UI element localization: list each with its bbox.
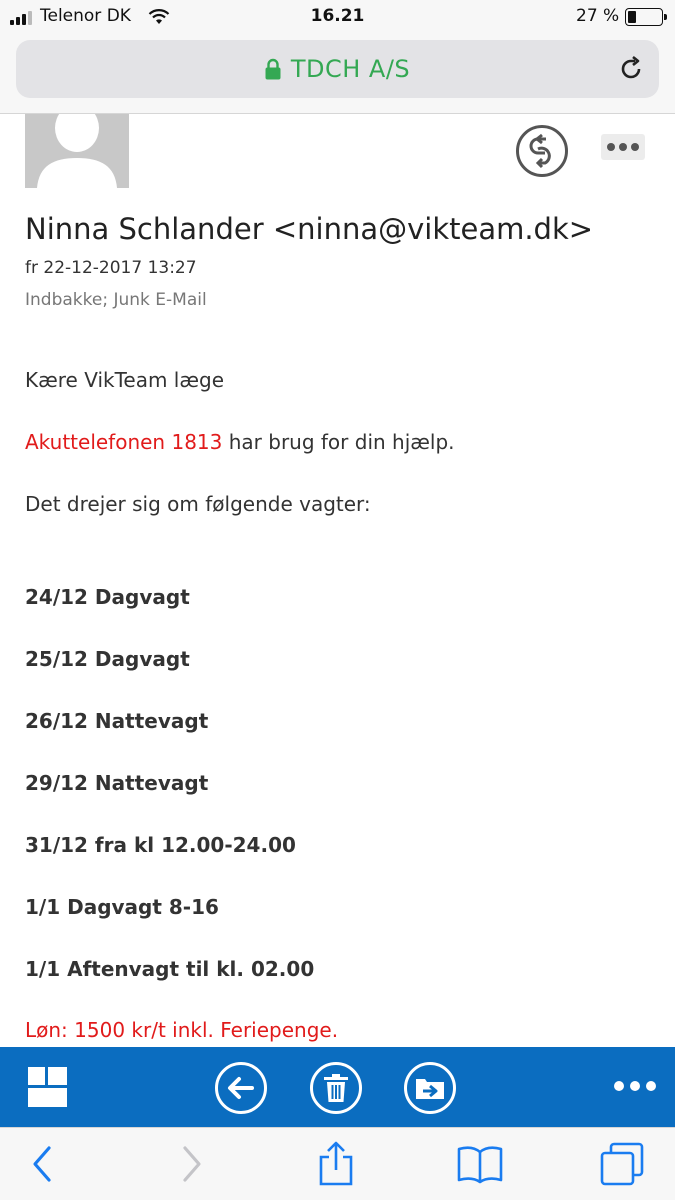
delete-button[interactable] xyxy=(310,1062,362,1114)
shift-item: 1/1 Dagvagt 8-16 xyxy=(25,895,219,919)
chevron-right-icon[interactable] xyxy=(180,1144,204,1184)
salary-line: Løn: 1500 kr/t inkl. Feriepenge. xyxy=(25,1018,339,1042)
greeting: Kære VikTeam læge xyxy=(25,368,224,392)
sender: Ninna Schlander <ninna@vikteam.dk> xyxy=(25,212,594,246)
request-line: Akuttelefonen 1813 har brug for din hjæl… xyxy=(25,430,455,454)
chevron-left-icon[interactable] xyxy=(30,1144,54,1184)
status-bar: Telenor DK 16.21 27 % xyxy=(0,0,675,34)
shifts-intro: Det drejer sig om følgende vagter: xyxy=(25,492,371,516)
book-icon[interactable] xyxy=(456,1144,504,1184)
email-folders: Indbakke; Junk E-Mail xyxy=(25,290,207,310)
email-date: fr 22-12-2017 13:27 xyxy=(25,258,197,278)
shift-item: 25/12 Dagvagt xyxy=(25,647,190,671)
request-rest: har brug for din hjælp. xyxy=(222,430,455,454)
more-icon xyxy=(614,1081,624,1091)
address-bar[interactable]: TDCH A/S xyxy=(16,40,659,98)
shift-item: 1/1 Aftenvagt til kl. 02.00 xyxy=(25,957,315,981)
toolbar-more-button[interactable] xyxy=(614,1081,656,1091)
reply-icon xyxy=(516,125,568,177)
battery-icon xyxy=(625,8,667,26)
mail-toolbar xyxy=(0,1047,675,1127)
battery-percentage: 27 % xyxy=(576,6,620,26)
move-to-folder-icon xyxy=(416,1079,444,1099)
more-actions-button[interactable] xyxy=(601,134,645,160)
browser-header: TDCH A/S xyxy=(0,34,675,114)
reply-button[interactable] xyxy=(515,124,569,178)
tabs-icon[interactable] xyxy=(600,1142,644,1186)
trash-icon xyxy=(324,1074,348,1102)
more-icon xyxy=(607,143,615,151)
back-button[interactable] xyxy=(215,1062,267,1114)
site-name: TDCH A/S xyxy=(290,55,411,83)
share-icon[interactable] xyxy=(318,1140,354,1186)
request-highlight: Akuttelefonen 1813 xyxy=(25,430,223,454)
shift-item: 24/12 Dagvagt xyxy=(25,585,190,609)
shift-item: 31/12 fra kl 12.00-24.00 xyxy=(25,833,296,857)
shift-item: 29/12 Nattevagt xyxy=(25,771,209,795)
lock-icon xyxy=(265,58,281,80)
move-button[interactable] xyxy=(404,1062,456,1114)
avatar xyxy=(25,114,129,188)
safari-toolbar xyxy=(0,1127,675,1200)
person-placeholder-icon xyxy=(37,114,117,188)
reload-icon[interactable] xyxy=(617,55,645,83)
clock: 16.21 xyxy=(310,6,365,26)
tiles-icon[interactable] xyxy=(28,1067,67,1107)
arrow-left-icon xyxy=(228,1077,254,1099)
shift-item: 26/12 Nattevagt xyxy=(25,709,209,733)
